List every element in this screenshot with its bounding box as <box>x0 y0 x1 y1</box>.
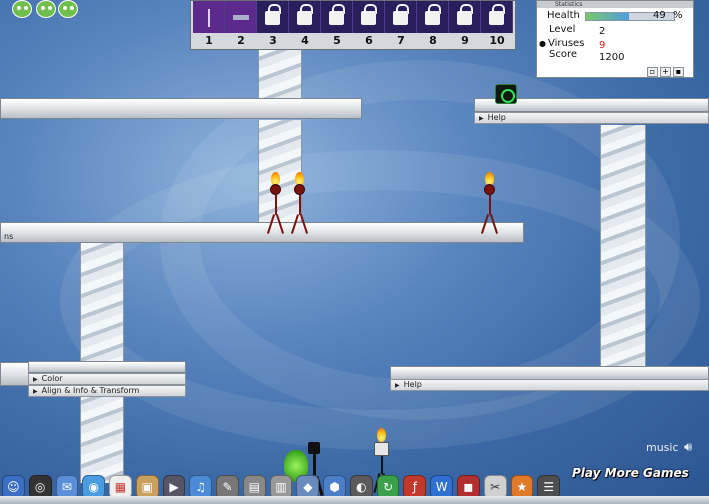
slot-number: 10 <box>489 34 505 47</box>
platform-left-stub <box>0 362 30 386</box>
align-panel[interactable]: ▶ Align & Info & Transform <box>28 385 186 397</box>
trash-icon[interactable]: ▪ <box>673 67 684 77</box>
virus-pickup-icon[interactable] <box>495 84 517 104</box>
weapon-slot-5[interactable] <box>321 1 353 33</box>
help-panel-bottom[interactable]: ▶ Help <box>390 379 709 391</box>
platform-top-left <box>0 98 362 119</box>
weapon-slot-9[interactable] <box>449 1 481 33</box>
enemy-head <box>374 442 389 456</box>
fire-stickman-enemy <box>290 172 309 234</box>
slot-number: 4 <box>301 34 309 47</box>
enemy-body <box>489 195 491 215</box>
health-label: Health <box>547 10 580 21</box>
panel-stub-label: ns <box>4 232 14 241</box>
triangle-icon: ▶ <box>33 376 38 383</box>
enemy-leg <box>299 214 309 234</box>
slot-number: 8 <box>429 34 437 47</box>
enemy-leg <box>290 214 300 234</box>
weapon-slot-numbers: 1 2 3 4 5 6 7 8 9 10 <box>193 34 513 47</box>
weapon-slot-10[interactable] <box>481 1 513 33</box>
enemy-head <box>484 184 495 195</box>
lock-icon <box>361 4 377 25</box>
level-label: Level <box>549 24 576 35</box>
slot-number: 6 <box>365 34 373 47</box>
enemy-leg <box>275 214 285 234</box>
statistics-panel: Statistics Health 49 % Level 2 ● Viruses… <box>536 0 694 78</box>
weapon-slots <box>193 1 513 33</box>
gun-weapon-icon <box>233 15 249 20</box>
weapon-slot-2[interactable] <box>225 1 257 33</box>
viruses-value: 9 <box>599 40 606 51</box>
enemy-head <box>294 184 305 195</box>
slot-number: 9 <box>461 34 469 47</box>
platform-help-bottom <box>390 366 709 380</box>
ground-platform <box>0 496 709 504</box>
fire-stickman-enemy <box>480 172 499 234</box>
weapon-slot-1[interactable] <box>193 1 225 33</box>
platform-middle <box>0 222 524 243</box>
slot-number: 5 <box>333 34 341 47</box>
lock-icon <box>425 4 441 25</box>
enemy-head <box>270 184 281 195</box>
statistics-header: Statistics <box>537 1 693 8</box>
stick-weapon-icon <box>208 9 210 27</box>
help-panel-top[interactable]: ▶ Help <box>474 112 709 124</box>
music-label[interactable]: music <box>646 441 679 454</box>
fire-stickman-enemy <box>266 172 285 234</box>
enemy-leg <box>266 214 276 234</box>
lock-icon <box>329 4 345 25</box>
platform-color-panel <box>28 361 186 373</box>
score-label: Score <box>549 49 578 60</box>
virus-small-icon: ● <box>539 39 546 48</box>
color-panel[interactable]: ▶ Color <box>28 373 186 385</box>
play-more-games-link[interactable]: Play More Games <box>572 466 689 480</box>
health-unit: % <box>673 10 683 21</box>
lock-icon <box>265 4 281 25</box>
score-value: 1200 <box>599 52 625 63</box>
lock-icon <box>457 4 473 25</box>
window-icon[interactable]: ▫ <box>647 67 658 77</box>
lock-icon <box>297 4 313 25</box>
enemy-leg <box>480 214 490 234</box>
slot-number: 2 <box>237 34 245 47</box>
weapon-slot-8[interactable] <box>417 1 449 33</box>
health-bar-fill <box>586 13 630 20</box>
monkey-life-icon <box>58 0 78 18</box>
speaker-icon[interactable]: 🔊︎ <box>684 440 692 455</box>
flame-icon <box>377 428 386 442</box>
monkey-life-icon <box>36 0 56 18</box>
enemy-leg <box>489 214 499 234</box>
triangle-icon: ▶ <box>479 115 484 122</box>
weapon-bar: 1 2 3 4 5 6 7 8 9 10 <box>190 0 516 50</box>
pillar <box>600 125 646 370</box>
slot-number: 3 <box>269 34 277 47</box>
viruses-label: Viruses <box>548 38 585 49</box>
add-icon[interactable]: + <box>660 67 671 77</box>
triangle-icon: ▶ <box>395 382 400 389</box>
level-value: 2 <box>599 26 606 37</box>
weapon-slot-7[interactable] <box>385 1 417 33</box>
enemy-body <box>299 195 301 215</box>
lock-icon <box>489 4 505 25</box>
player-head <box>308 442 320 454</box>
weapon-slot-3[interactable] <box>257 1 289 33</box>
lock-icon <box>393 4 409 25</box>
monkey-life-icon <box>12 0 32 18</box>
triangle-icon: ▶ <box>33 388 38 395</box>
weapon-slot-4[interactable] <box>289 1 321 33</box>
weapon-slot-6[interactable] <box>353 1 385 33</box>
slot-number: 7 <box>397 34 405 47</box>
enemy-body <box>275 195 277 215</box>
health-value: 49 <box>653 10 666 21</box>
slot-number: 1 <box>205 34 213 47</box>
